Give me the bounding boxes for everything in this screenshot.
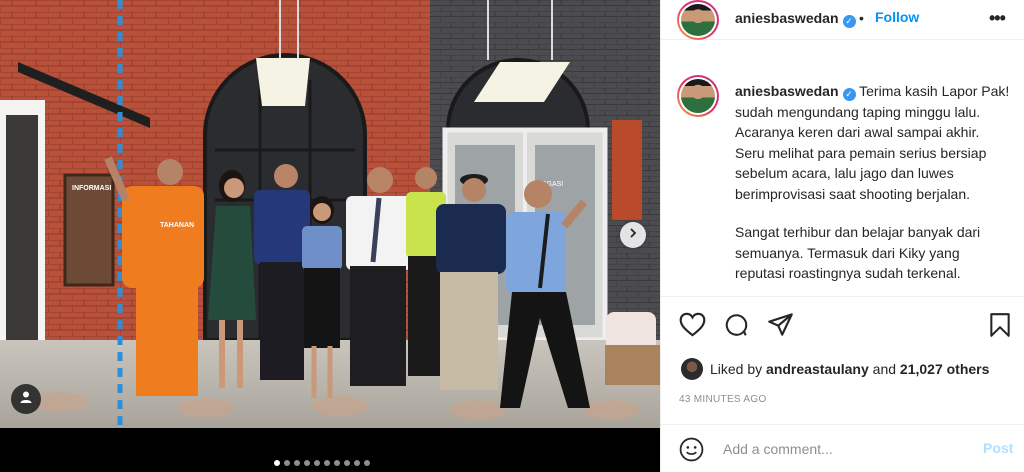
- carousel-dot[interactable]: [334, 460, 340, 466]
- carousel-dot[interactable]: [364, 460, 370, 466]
- likes-prefix: Liked by: [710, 361, 763, 377]
- carousel-dot[interactable]: [314, 460, 320, 466]
- carousel-dot[interactable]: [274, 460, 280, 466]
- caption-avatar[interactable]: [677, 75, 719, 117]
- post-media: DOGASI INFORMASI TAHANAN: [0, 0, 660, 472]
- header-separator: •: [859, 10, 864, 26]
- carousel-dot[interactable]: [304, 460, 310, 466]
- verified-badge-icon: ✓: [842, 15, 856, 28]
- liker-avatar[interactable]: [681, 358, 703, 380]
- next-slide-button[interactable]: [620, 222, 646, 248]
- likes-summary: Liked by andreastaulany and 21,027 other…: [681, 358, 989, 380]
- post-side-panel: aniesbaswedan ✓ • Follow ••• aniesbasweda…: [660, 0, 1024, 472]
- liker-username[interactable]: andreastaulany: [766, 361, 869, 377]
- user-tag-button[interactable]: [11, 384, 41, 414]
- caption-verified-badge-icon: ✓: [842, 88, 856, 101]
- person-white-shirt: [346, 167, 412, 386]
- action-bar: [661, 296, 1024, 354]
- follow-button[interactable]: Follow: [875, 9, 919, 25]
- emoji-icon[interactable]: [679, 437, 704, 467]
- post-header: aniesbaswedan ✓ • Follow •••: [661, 0, 1024, 40]
- bookmark-icon[interactable]: [988, 312, 1012, 343]
- carousel-dot[interactable]: [294, 460, 300, 466]
- author-username-link[interactable]: aniesbaswedan ✓: [735, 10, 856, 28]
- author-username: aniesbaswedan: [735, 10, 839, 26]
- caption-paragraph-2: Sangat terhibur dan belajar banyak dari …: [735, 224, 981, 281]
- carousel-dot[interactable]: [354, 460, 360, 466]
- comment-form: Post: [661, 424, 1024, 472]
- carousel-dot[interactable]: [344, 460, 350, 466]
- carousel-dot[interactable]: [324, 460, 330, 466]
- post-photo: DOGASI INFORMASI TAHANAN: [0, 0, 660, 428]
- carousel-dots: [274, 460, 370, 466]
- more-options-icon[interactable]: •••: [989, 8, 1006, 29]
- caption-text: aniesbaswedan ✓ Terima kasih Lapor Pak! s…: [735, 81, 1011, 284]
- chevron-right-icon: [627, 226, 639, 244]
- caption-area: aniesbaswedan ✓ Terima kasih Lapor Pak! s…: [661, 61, 1024, 297]
- post-comment-button[interactable]: Post: [983, 440, 1013, 456]
- post-timestamp[interactable]: 43 MINUTES AGO: [679, 394, 767, 405]
- share-icon[interactable]: [767, 312, 794, 342]
- comment-icon[interactable]: [723, 312, 750, 343]
- likes-conjunction: and: [872, 361, 897, 377]
- caption-username[interactable]: aniesbaswedan ✓: [735, 83, 856, 101]
- info-board-text: INFORMASI: [72, 185, 111, 192]
- comment-input[interactable]: [723, 439, 963, 459]
- person-navy-polo: [436, 174, 506, 390]
- prisoner-shirt-text: TAHANAN: [160, 222, 194, 229]
- heart-icon[interactable]: [679, 312, 706, 342]
- likes-others-link[interactable]: 21,027 others: [900, 361, 990, 377]
- carousel-dot[interactable]: [284, 460, 290, 466]
- person-navy-uniform: [254, 164, 310, 380]
- caption-paragraph-1: Terima kasih Lapor Pak! sudah mengundang…: [735, 83, 1010, 202]
- author-avatar[interactable]: [677, 0, 719, 40]
- user-tag-icon: [19, 390, 33, 409]
